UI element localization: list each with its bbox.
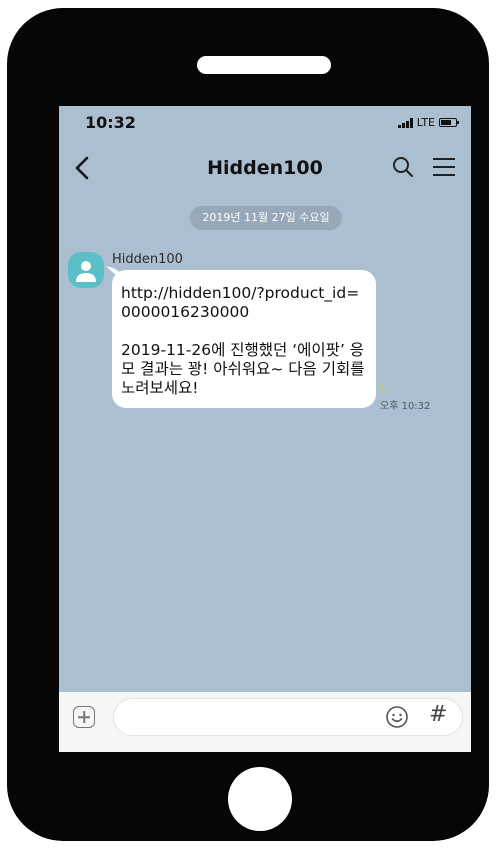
chat-screen: 10:32 LTE Hidden100 2019년 11월 27일 수요일 Hi… [59,106,471,752]
smiley-icon [386,706,408,728]
status-indicators: LTE [397,116,459,129]
avatar[interactable] [68,252,104,288]
person-icon [76,261,96,282]
message-link[interactable]: http://hidden100/?product_id=00000162300… [121,284,366,322]
attach-plus-button[interactable] [73,706,95,728]
signal-icon [397,117,413,128]
phone-speaker [197,56,331,74]
sender-name: Hidden100 [112,252,183,267]
status-bar: 10:32 LTE [59,106,471,142]
message-time: 오후 10:32 [380,401,431,412]
hashtag-button[interactable]: # [429,702,447,727]
search-button[interactable] [391,155,415,179]
battery-icon [439,118,459,127]
message-text: 2019-11-26에 진행했던 ‘에이팟’ 응모 결과는 꽝! 아쉬워요~ 다… [121,341,365,397]
search-icon [393,157,413,177]
input-bar: # [59,692,471,752]
emoji-button[interactable] [385,705,409,729]
chat-header: Hidden100 [59,146,471,190]
date-divider: 2019년 11월 27일 수요일 [190,206,342,230]
home-button[interactable] [228,767,292,831]
message-bubble[interactable]: http://hidden100/?product_id=00000162300… [112,270,376,408]
network-label: LTE [416,116,435,129]
hamburger-menu-icon [433,158,455,176]
unread-count: 1 [380,384,386,394]
menu-button[interactable] [431,155,457,179]
phone-frame: 10:32 LTE Hidden100 2019년 11월 27일 수요일 Hi… [7,8,489,841]
status-time: 10:32 [85,113,136,132]
message-input[interactable] [113,698,463,736]
